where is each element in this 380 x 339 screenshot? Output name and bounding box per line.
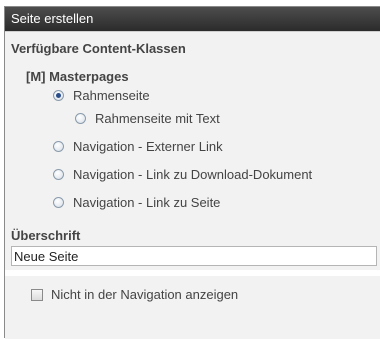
hide-in-navigation-checkbox[interactable] [31, 288, 43, 301]
option-rahmenseite[interactable]: Rahmenseite [53, 86, 150, 104]
content-classes-heading: Verfügbare Content-Klassen [11, 41, 186, 56]
option-navigation-link-zu-seite[interactable]: Navigation - Link zu Seite [53, 193, 220, 211]
option-label: Rahmenseite mit Text [95, 110, 220, 126]
option-label: Rahmenseite [73, 87, 150, 103]
radio-navigation-externer-link[interactable] [53, 140, 64, 152]
dialog-body: Verfügbare Content-Klassen [M] Masterpag… [5, 32, 380, 339]
option-label: Navigation - Externer Link [73, 138, 223, 154]
dialog-title: Seite erstellen [5, 7, 380, 32]
option-label: Navigation - Link zu Download-Dokument [73, 166, 313, 182]
hide-in-navigation-row[interactable]: Nicht in der Navigation anzeigen [31, 287, 238, 302]
option-navigation-link-zu-download-dokument[interactable]: Navigation - Link zu Download-Dokument [53, 165, 312, 183]
create-page-dialog: Seite erstellen Verfügbare Content-Klass… [4, 6, 380, 339]
radio-navigation-link-zu-seite[interactable] [53, 196, 64, 208]
divider [5, 270, 380, 276]
radio-rahmenseite[interactable] [53, 89, 64, 101]
option-rahmenseite-mit-text[interactable]: Rahmenseite mit Text [75, 109, 220, 127]
option-navigation-externer-link[interactable]: Navigation - Externer Link [53, 137, 223, 155]
radio-rahmenseite-mit-text[interactable] [75, 112, 86, 124]
masterpages-group-label: [M] Masterpages [26, 69, 129, 84]
option-label: Navigation - Link zu Seite [73, 194, 221, 210]
headline-input[interactable] [11, 246, 377, 266]
hide-in-navigation-label: Nicht in der Navigation anzeigen [51, 287, 239, 302]
headline-label: Überschrift [11, 228, 81, 243]
radio-navigation-link-zu-download-dokument[interactable] [53, 168, 64, 180]
